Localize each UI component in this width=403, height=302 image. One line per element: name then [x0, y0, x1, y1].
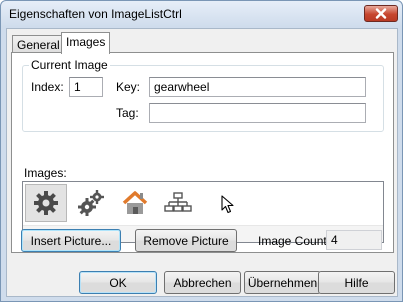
window-title: Eigenschaften von ImageListCtrl [9, 7, 182, 21]
key-field[interactable]: gearwheel [149, 77, 366, 97]
image-count-field: 4 [326, 230, 382, 250]
image-item-gearwheel[interactable] [25, 184, 67, 222]
image-item-house[interactable] [114, 184, 156, 222]
close-icon [375, 8, 387, 19]
tag-field[interactable] [149, 103, 366, 123]
apply-button[interactable]: Übernehmen [244, 271, 321, 294]
key-label: Key: [116, 80, 141, 94]
insert-picture-button[interactable]: Insert Picture... [21, 229, 121, 252]
org-chart-icon [164, 192, 192, 212]
current-image-group: Current Image Index: 1 Key: gearwheel Ta… [22, 58, 384, 132]
dialog-window: Eigenschaften von ImageListCtrl General … [0, 0, 403, 302]
cancel-button[interactable]: Abbrechen [164, 271, 241, 294]
images-label: Images: [24, 166, 67, 180]
index-label: Index: [31, 80, 64, 94]
tag-label: Tag: [116, 106, 139, 120]
image-item-gears[interactable] [70, 184, 112, 222]
current-image-group-label: Current Image [29, 58, 110, 72]
gears-icon [78, 190, 104, 216]
remove-picture-button[interactable]: Remove Picture [135, 229, 237, 252]
ok-button[interactable]: OK [79, 271, 157, 294]
index-field[interactable]: 1 [69, 77, 103, 97]
image-count-label: Image Count: [258, 234, 331, 248]
close-button[interactable] [364, 5, 398, 22]
tab-images[interactable]: Images [61, 32, 110, 54]
images-tab-panel: Current Image Index: 1 Key: gearwheel Ta… [11, 52, 394, 253]
help-button[interactable]: Hilfe [318, 271, 395, 294]
mouse-cursor-icon [221, 195, 234, 214]
gearwheel-icon [34, 191, 58, 215]
dialog-client: General Images Current Image Index: 1 Ke… [6, 28, 398, 297]
house-icon [122, 191, 148, 214]
image-item-org-chart[interactable] [157, 184, 199, 222]
